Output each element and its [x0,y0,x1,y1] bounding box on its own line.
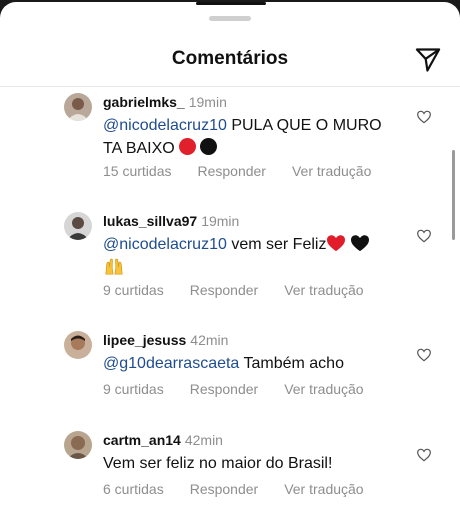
red-heart-icon [327,235,346,252]
avatar[interactable] [64,93,92,121]
translate-button[interactable]: Ver tradução [284,481,363,497]
black-heart-icon [351,235,370,252]
comments-header: Comentários [0,32,460,87]
translate-button[interactable]: Ver tradução [284,282,363,298]
black-circle-icon [199,138,217,155]
comment-time: 42min [190,332,229,348]
comment-text: Vem ser feliz no maior do Brasil! [103,455,333,472]
sheet-drag-handle[interactable] [209,16,251,21]
raising-hands-icon [105,258,123,275]
comment-actions: 9 curtidas Responder Ver tradução [103,381,390,397]
likes-count[interactable]: 9 curtidas [103,282,164,298]
avatar[interactable] [64,212,92,240]
comment-time: 19min [201,213,240,229]
reply-button[interactable]: Responder [190,282,259,298]
comment-time: 42min [184,432,223,448]
comment-username[interactable]: gabrielmks_ [103,94,185,110]
like-heart-icon[interactable] [416,347,432,363]
avatar[interactable] [64,331,92,359]
like-heart-icon[interactable] [416,109,432,125]
comment-text: @g10dearrascaeta Também acho [103,352,403,375]
reply-button[interactable]: Responder [190,381,259,397]
scrollbar[interactable] [452,150,455,240]
translate-button[interactable]: Ver tradução [292,163,371,179]
status-bar-edge [196,2,266,5]
comments-sheet: Comentários gabrielmks_ 19min @nicodelacr… [0,2,460,520]
translate-button[interactable]: Ver tradução [284,381,363,397]
share-icon[interactable] [414,46,442,74]
mention-link[interactable]: @nicodelacruz10 [103,236,227,253]
reply-button[interactable]: Responder [197,163,266,179]
comment-body: Também acho [239,355,344,372]
likes-count[interactable]: 9 curtidas [103,381,164,397]
comment-body: vem ser Feliz [226,236,327,253]
mention-link[interactable]: @nicodelacruz10 [103,117,227,134]
comment-actions: 9 curtidas Responder Ver tradução [103,282,390,298]
red-circle-icon [178,138,196,155]
comment-actions: 6 curtidas Responder Ver tradução [103,481,390,497]
comment-actions: 15 curtidas Responder Ver tradução [103,163,397,179]
mention-link[interactable]: @g10dearrascaeta [103,355,239,372]
likes-count[interactable]: 6 curtidas [103,481,164,497]
comment-text: @nicodelacruz10 vem ser Feliz [103,233,403,280]
comment-username[interactable]: lukas_sillva97 [103,213,197,229]
comment-time: 19min [188,94,227,110]
comment-username[interactable]: cartm_an14 [103,432,181,448]
likes-count[interactable]: 15 curtidas [103,163,171,179]
like-heart-icon[interactable] [416,228,432,244]
comment-text: @nicodelacruz10 PULA QUE O MURO TA BAIXO [103,114,403,160]
page-title: Comentários [171,48,289,69]
reply-button[interactable]: Responder [190,481,259,497]
avatar[interactable] [64,431,92,459]
like-heart-icon[interactable] [416,447,432,463]
comment-username[interactable]: lipee_jesuss [103,332,186,348]
